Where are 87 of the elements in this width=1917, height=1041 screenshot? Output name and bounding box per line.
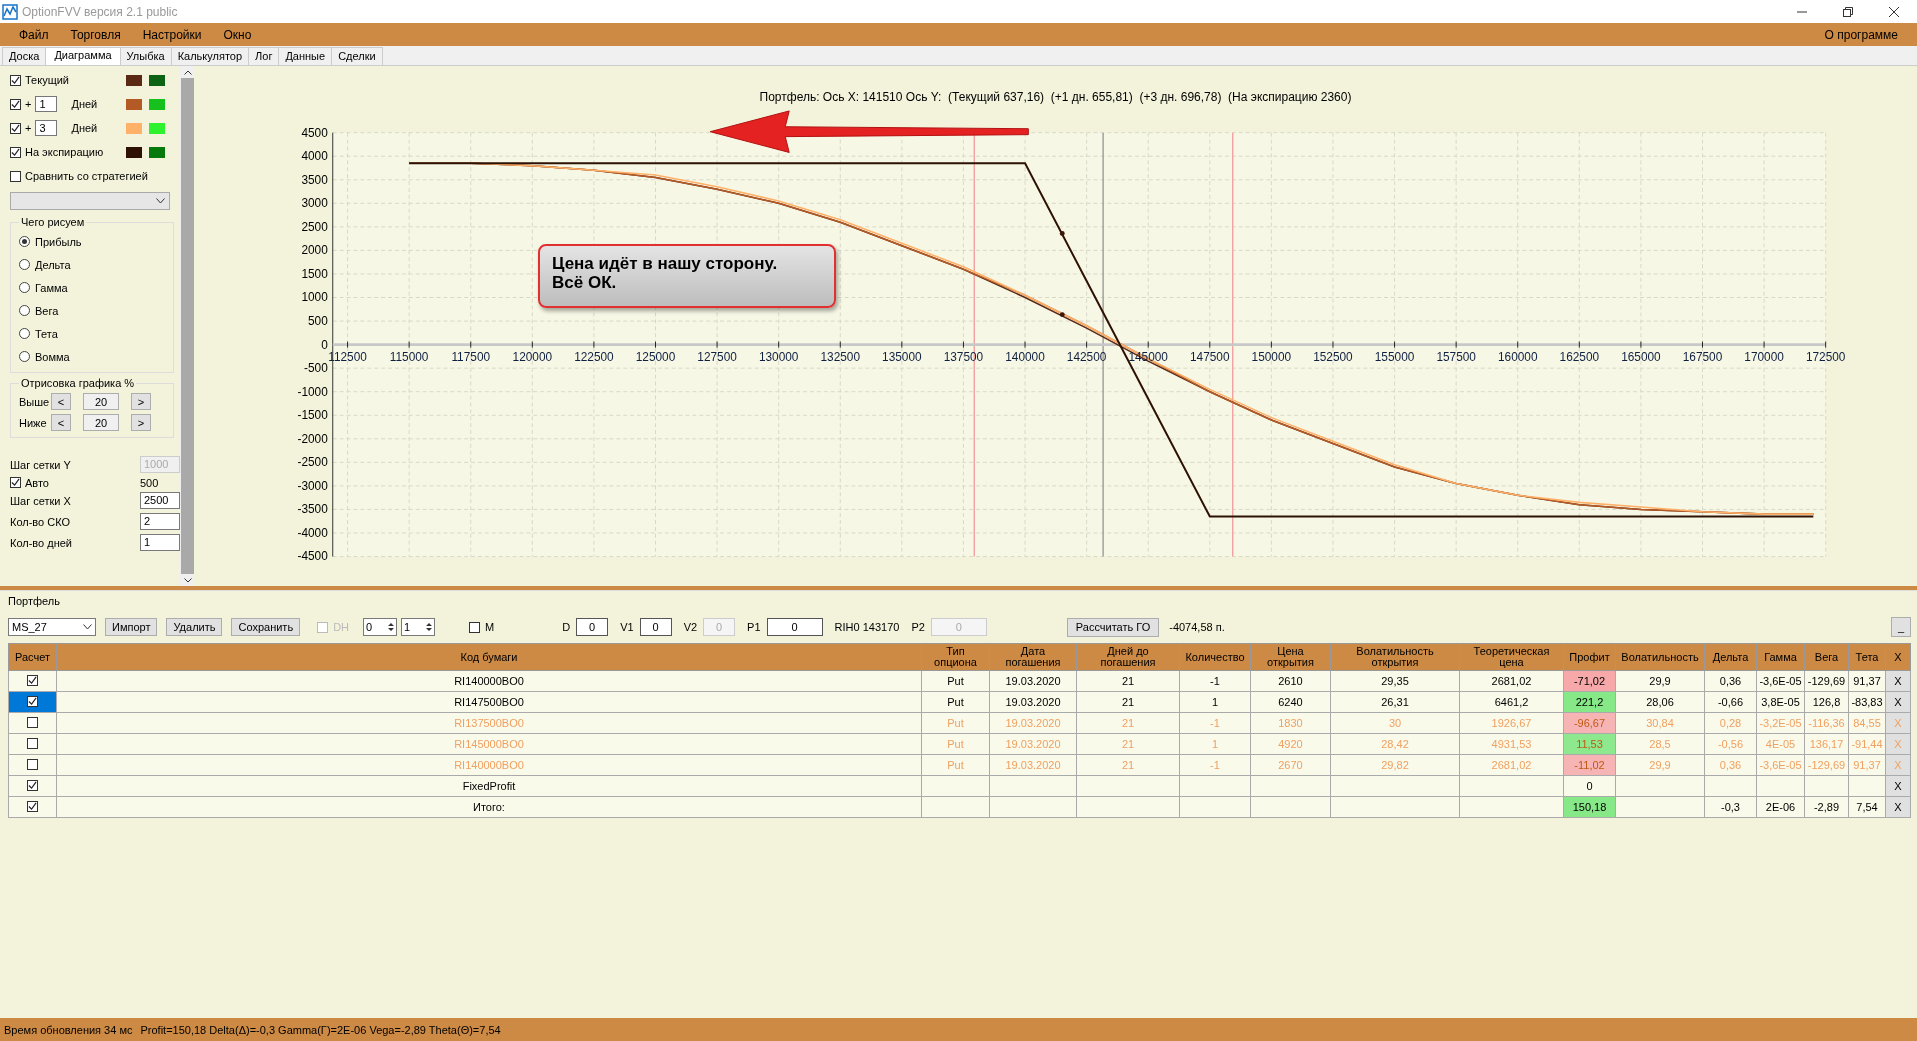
setting-label: Шаг сетки X [10, 494, 72, 507]
line-label: Текущий [25, 74, 70, 86]
radio-label: Дельта [35, 258, 71, 271]
x-tick-label: 125000 [635, 350, 676, 365]
y-tick-label: -1000 [297, 384, 328, 399]
x-tick-label: 167500 [1682, 350, 1723, 365]
y-tick-label: 1500 [301, 266, 328, 281]
plus-label: + [25, 98, 32, 110]
y-tick-label: 4500 [301, 125, 328, 140]
field-label: P2 [911, 621, 925, 633]
field-label: V2 [683, 621, 698, 633]
y-tick-label: -3500 [297, 502, 328, 517]
y-tick-label: 0 [321, 337, 328, 352]
field-label: D [562, 621, 571, 633]
setting-label: Шаг сетки Y [10, 458, 72, 471]
y-tick-label: 3000 [301, 196, 328, 211]
radio-label: Тета [35, 327, 58, 340]
window-title: OptionFVV версия 2.1 public [22, 4, 179, 19]
x-tick-label: 147500 [1190, 350, 1230, 365]
range-label: Ниже [19, 416, 47, 429]
price-label: RIH0 143170 [834, 621, 900, 633]
x-tick-label: 160000 [1497, 350, 1538, 365]
x-tick-label: 150000 [1251, 350, 1292, 365]
x-tick-label: 162500 [1559, 350, 1600, 365]
auto-value: 500 [140, 476, 160, 489]
status-text: Время обновления 34 мс [4, 1023, 133, 1036]
x-tick-label: 115000 [389, 350, 429, 365]
y-tick-label: 2500 [301, 219, 328, 234]
table-cell: RI140000BO0 [56, 670, 922, 692]
x-tick-label: 165000 [1621, 350, 1661, 365]
y-tick-label: -2000 [297, 431, 328, 446]
x-tick-label: 142500 [1066, 350, 1107, 365]
radio-label: Вега [35, 304, 59, 317]
checkbox-label: M [485, 621, 495, 633]
y-tick-label: -1500 [297, 408, 328, 422]
table-cell: RI147500BO0 [56, 691, 922, 713]
days-label: Дней [70, 122, 99, 134]
x-tick-label: 170000 [1744, 350, 1784, 365]
radio-label: Гамма [35, 281, 68, 294]
x-tick-label: 120000 [512, 350, 553, 365]
x-tick-label: 130000 [758, 350, 799, 365]
table-cell: RI145000BO0 [56, 733, 922, 755]
plus-label: + [25, 122, 32, 134]
days-label: Дней [70, 98, 99, 110]
field-label: V1 [620, 621, 634, 633]
setting-label: Кол-во СКО [10, 515, 72, 528]
line-label: На экспирацию [25, 146, 105, 158]
y-tick-label: 3500 [301, 172, 328, 187]
status-text: Profit=150,18 Delta(Δ)=-0,3 Gamma(Γ)=2E-06 Vega=-2,89 Theta(Θ)=7,54 [140, 1023, 501, 1036]
chart-title: Портфель: Ось X: 141510 Ось Y: (Текущий 637,16) (+1 дн. 655,81) (+3 дн. 696,78) (На экспирацию 2360) [758, 89, 1353, 106]
y-tick-label: -3000 [297, 478, 328, 493]
radio-label: Вомма [35, 350, 70, 363]
x-tick-label: 140000 [1005, 350, 1045, 365]
y-tick-label: -500 [304, 360, 328, 375]
checkbox-label: DH [333, 621, 350, 633]
x-tick-label: 172500 [1805, 350, 1846, 365]
range-label: Выше [19, 395, 47, 408]
x-tick-label: 117500 [451, 350, 491, 365]
table-cell: RI137500BO0 [56, 712, 922, 734]
x-tick-label: 132500 [820, 350, 861, 365]
y-tick-label: 2000 [301, 243, 328, 258]
radio-label: Прибыль [35, 235, 82, 248]
x-tick-label: 135000 [882, 350, 922, 365]
field-label: P1 [747, 621, 761, 633]
x-tick-label: 157500 [1436, 350, 1476, 365]
y-tick-label: 4000 [301, 149, 328, 163]
x-tick-label: 155000 [1374, 350, 1415, 365]
checkbox-label: Авто [25, 476, 50, 489]
table-cell: Итого: [56, 796, 922, 818]
checkbox-label: Сравнить со стратегией [25, 170, 148, 182]
y-tick-label: 1000 [301, 290, 328, 305]
table-cell: FixedProfit [56, 775, 922, 797]
x-tick-label: 137500 [943, 350, 984, 365]
setting-label: Кол-во дней [10, 536, 73, 549]
x-tick-label: 127500 [697, 350, 737, 365]
y-tick-label: -4500 [297, 549, 328, 564]
margin-value: -4074,58 п. [1169, 621, 1225, 633]
group-title: Портфель [8, 595, 61, 609]
x-tick-label: 122500 [574, 350, 614, 365]
y-tick-label: 500 [308, 313, 328, 328]
table-cell: RI140000BO0 [56, 754, 922, 776]
y-tick-label: -2500 [297, 455, 328, 470]
callout-note: Цена идёт в нашу сторону. Всё ОК. [538, 244, 836, 308]
group-title: Чего рисуем [20, 216, 86, 228]
group-title: Отрисовка графика % [20, 377, 136, 389]
y-tick-label: -4000 [297, 525, 328, 540]
x-tick-label: 152500 [1313, 350, 1353, 365]
